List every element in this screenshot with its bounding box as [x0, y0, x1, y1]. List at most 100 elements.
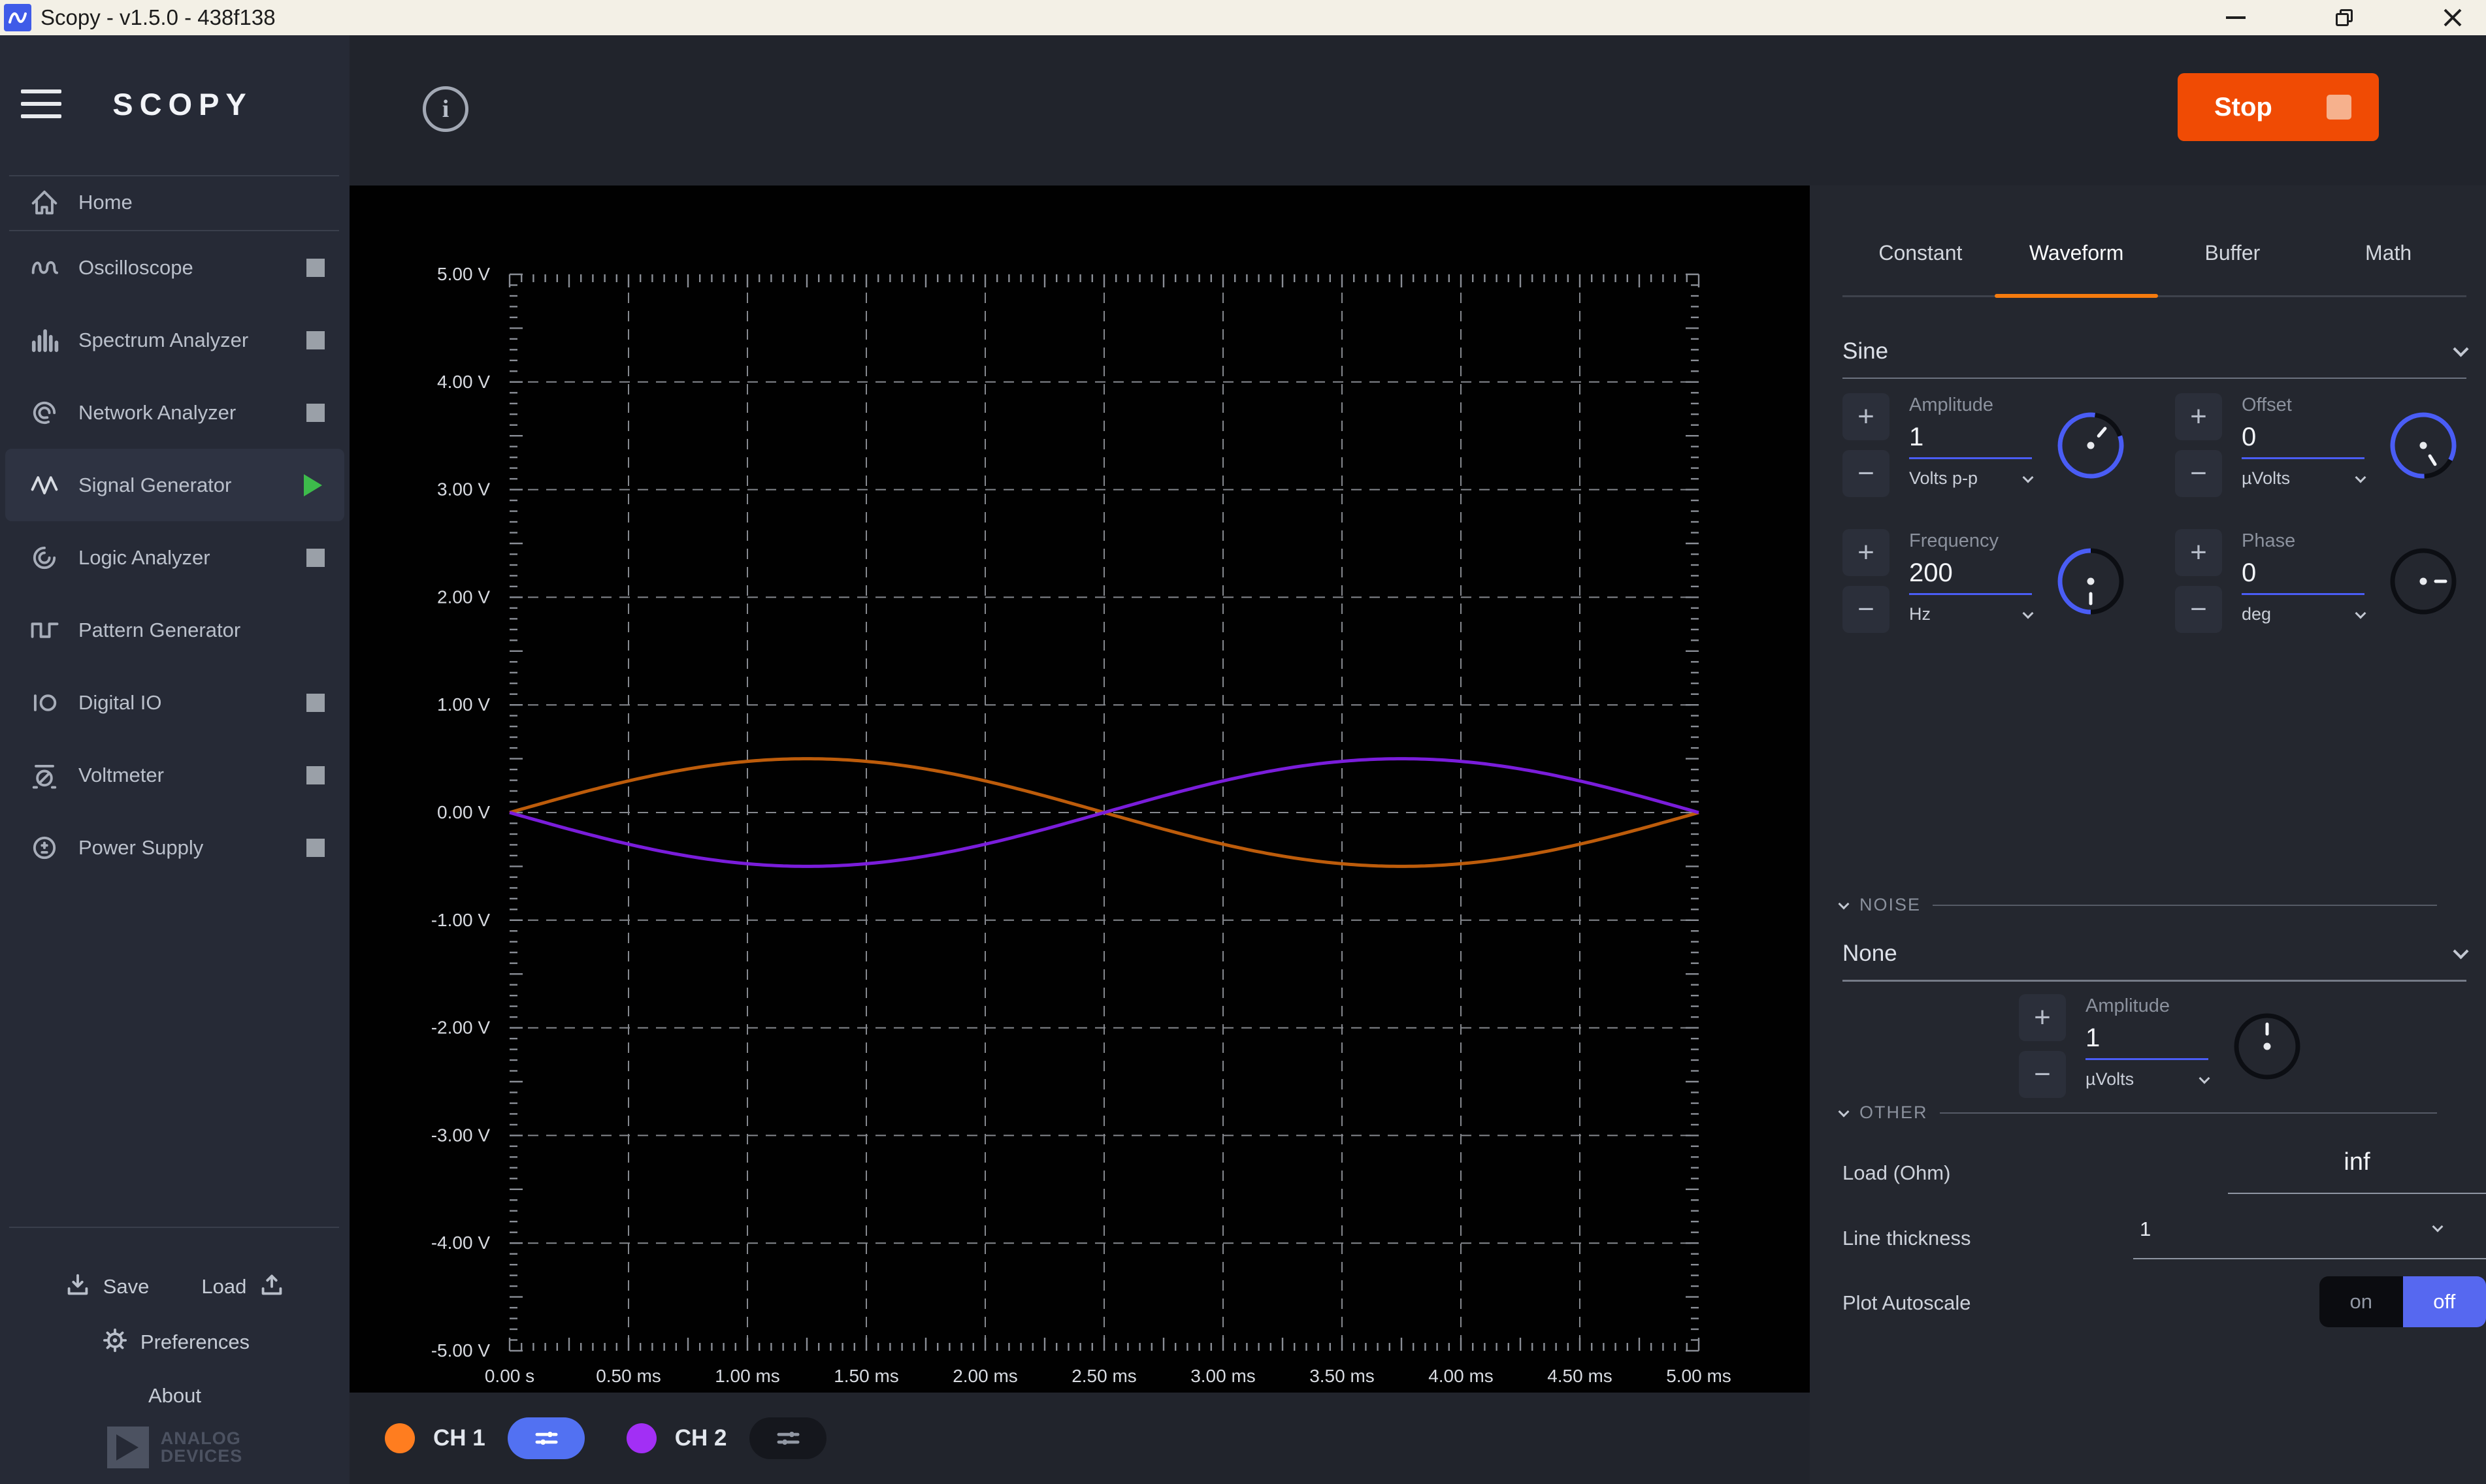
- other-section-header[interactable]: OTHER: [1840, 1103, 2437, 1123]
- channel-1-color-dot: [385, 1423, 415, 1453]
- channel-1-group: CH 1: [385, 1417, 585, 1459]
- svg-text:2.00 ms: 2.00 ms: [953, 1366, 1018, 1386]
- tab-math[interactable]: Math: [2310, 225, 2466, 281]
- frequency-unit-select[interactable]: Hz: [1909, 604, 2032, 624]
- sidebar-item-network-analyzer[interactable]: Network Analyzer: [0, 376, 350, 449]
- svg-text:-3.00 V: -3.00 V: [431, 1125, 491, 1145]
- amplitude-value[interactable]: 1: [1909, 423, 2032, 457]
- offset-knob[interactable]: [2380, 402, 2466, 489]
- frequency-decrement-button[interactable]: −: [1842, 586, 1889, 633]
- noise-section-header[interactable]: NOISE: [1840, 895, 2437, 915]
- noise-amplitude-increment-button[interactable]: +: [2019, 994, 2066, 1041]
- phase-control: + − Phase 0 deg: [2175, 529, 2466, 633]
- autoscale-off-option[interactable]: off: [2403, 1276, 2486, 1327]
- chevron-down-icon: [2355, 607, 2366, 619]
- offset-increment-button[interactable]: +: [2175, 393, 2222, 440]
- amplitude-decrement-button[interactable]: −: [1842, 450, 1889, 497]
- titlebar: Scopy - v1.5.0 - 438f138: [0, 0, 2486, 35]
- svg-text:1.00 ms: 1.00 ms: [715, 1366, 780, 1386]
- tab-waveform[interactable]: Waveform: [1999, 225, 2155, 281]
- amplitude-knob[interactable]: [2048, 402, 2134, 489]
- svg-text:5.00 ms: 5.00 ms: [1666, 1366, 1731, 1386]
- close-icon[interactable]: [2438, 3, 2468, 33]
- detach-square-indicator[interactable]: [306, 331, 325, 349]
- channel-bar: CH 1 CH 2: [350, 1393, 1810, 1484]
- sidebar-item-label: Network Analyzer: [78, 401, 236, 425]
- channel-2-settings-button[interactable]: [749, 1417, 826, 1459]
- info-icon[interactable]: i: [423, 86, 468, 132]
- detach-square-indicator[interactable]: [306, 404, 325, 422]
- chevron-down-icon: [2355, 472, 2366, 483]
- plot-autoscale-toggle[interactable]: on off: [2319, 1276, 2486, 1327]
- detach-square-indicator[interactable]: [306, 549, 325, 567]
- oscilloscope-icon: [27, 251, 61, 285]
- save-button[interactable]: Save: [63, 1270, 150, 1303]
- detach-square-indicator[interactable]: [306, 839, 325, 857]
- waveform-type-select[interactable]: Sine: [1842, 334, 2466, 368]
- frequency-value[interactable]: 200: [1909, 558, 2032, 593]
- amplitude-unit-select[interactable]: Volts p-p: [1909, 468, 2032, 489]
- signal-plot[interactable]: 5.00 V4.00 V3.00 V2.00 V1.00 V0.00 V-1.0…: [350, 186, 1810, 1393]
- sidebar-item-home[interactable]: Home: [0, 176, 350, 229]
- stop-button[interactable]: Stop: [2178, 73, 2379, 141]
- svg-text:3.00 ms: 3.00 ms: [1190, 1366, 1256, 1386]
- channel-2-group: CH 2: [627, 1417, 826, 1459]
- phase-decrement-button[interactable]: −: [2175, 586, 2222, 633]
- sidebar-item-logic-analyzer[interactable]: Logic Analyzer: [0, 521, 350, 594]
- svg-text:0.50 ms: 0.50 ms: [596, 1366, 661, 1386]
- phase-unit-select[interactable]: deg: [2242, 604, 2364, 624]
- sidebar-item-label: Voltmeter: [78, 764, 164, 787]
- noise-amplitude-value[interactable]: 1: [2085, 1024, 2208, 1058]
- noise-amplitude-decrement-button[interactable]: −: [2019, 1051, 2066, 1098]
- svg-text:0.00 V: 0.00 V: [437, 802, 490, 822]
- phase-value[interactable]: 0: [2242, 558, 2364, 593]
- sidebar-item-digital-io[interactable]: Digital IO: [0, 666, 350, 739]
- detach-square-indicator[interactable]: [306, 259, 325, 277]
- offset-decrement-button[interactable]: −: [2175, 450, 2222, 497]
- gear-icon: [100, 1325, 130, 1359]
- offset-value[interactable]: 0: [2242, 423, 2364, 457]
- about-button[interactable]: About: [0, 1384, 350, 1408]
- line-thickness-select[interactable]: 1: [2140, 1218, 2151, 1241]
- svg-text:2.00 V: 2.00 V: [437, 587, 490, 607]
- svg-text:4.00 ms: 4.00 ms: [1428, 1366, 1494, 1386]
- minimize-icon[interactable]: [2221, 3, 2251, 33]
- amplitude-increment-button[interactable]: +: [1842, 393, 1889, 440]
- sidebar-item-oscilloscope[interactable]: Oscilloscope: [0, 231, 350, 304]
- preferences-button[interactable]: Preferences: [0, 1325, 350, 1359]
- frequency-knob[interactable]: [2048, 538, 2134, 624]
- app-icon: [4, 4, 31, 31]
- divider: [1842, 980, 2466, 982]
- autoscale-on-option[interactable]: on: [2319, 1276, 2403, 1327]
- offset-unit-select[interactable]: µVolts: [2242, 468, 2364, 489]
- phase-knob[interactable]: [2380, 538, 2466, 624]
- load-ohm-input[interactable]: inf: [2228, 1148, 2486, 1176]
- sidebar-item-label: Power Supply: [78, 836, 203, 860]
- sidebar-item-label: Home: [78, 191, 133, 214]
- sidebar-item-spectrum-analyzer[interactable]: Spectrum Analyzer: [0, 304, 350, 376]
- sidebar-item-label: Spectrum Analyzer: [78, 329, 248, 352]
- svg-text:0.00 s: 0.00 s: [485, 1366, 534, 1386]
- scopy-window: { "titlebar": { "title": "Scopy - v1.5.0…: [0, 0, 2486, 1484]
- adi-triangle-icon: [107, 1427, 149, 1468]
- channel-1-label: CH 1: [433, 1425, 485, 1451]
- detach-square-indicator[interactable]: [306, 766, 325, 784]
- detach-square-indicator[interactable]: [306, 694, 325, 712]
- sidebar-item-pattern-generator[interactable]: Pattern Generator: [0, 594, 350, 666]
- sidebar-item-voltmeter[interactable]: Voltmeter: [0, 739, 350, 811]
- channel-1-settings-button[interactable]: [508, 1417, 585, 1459]
- chevron-down-icon: [2199, 1073, 2210, 1084]
- sidebar-item-signal-generator[interactable]: Signal Generator: [5, 449, 344, 521]
- sidebar-item-power-supply[interactable]: Power Supply: [0, 811, 350, 884]
- tab-buffer[interactable]: Buffer: [2155, 225, 2311, 281]
- phase-increment-button[interactable]: +: [2175, 529, 2222, 576]
- noise-amplitude-unit-select[interactable]: µVolts: [2085, 1069, 2208, 1089]
- tab-constant[interactable]: Constant: [1842, 225, 1999, 281]
- chevron-down-icon: [1839, 898, 1850, 909]
- restore-icon[interactable]: [2329, 3, 2359, 33]
- menu-hamburger-icon[interactable]: [21, 89, 61, 118]
- frequency-increment-button[interactable]: +: [1842, 529, 1889, 576]
- load-button[interactable]: Load: [201, 1270, 287, 1303]
- noise-amplitude-knob[interactable]: [2224, 1003, 2310, 1089]
- noise-type-select[interactable]: None: [1842, 937, 2466, 971]
